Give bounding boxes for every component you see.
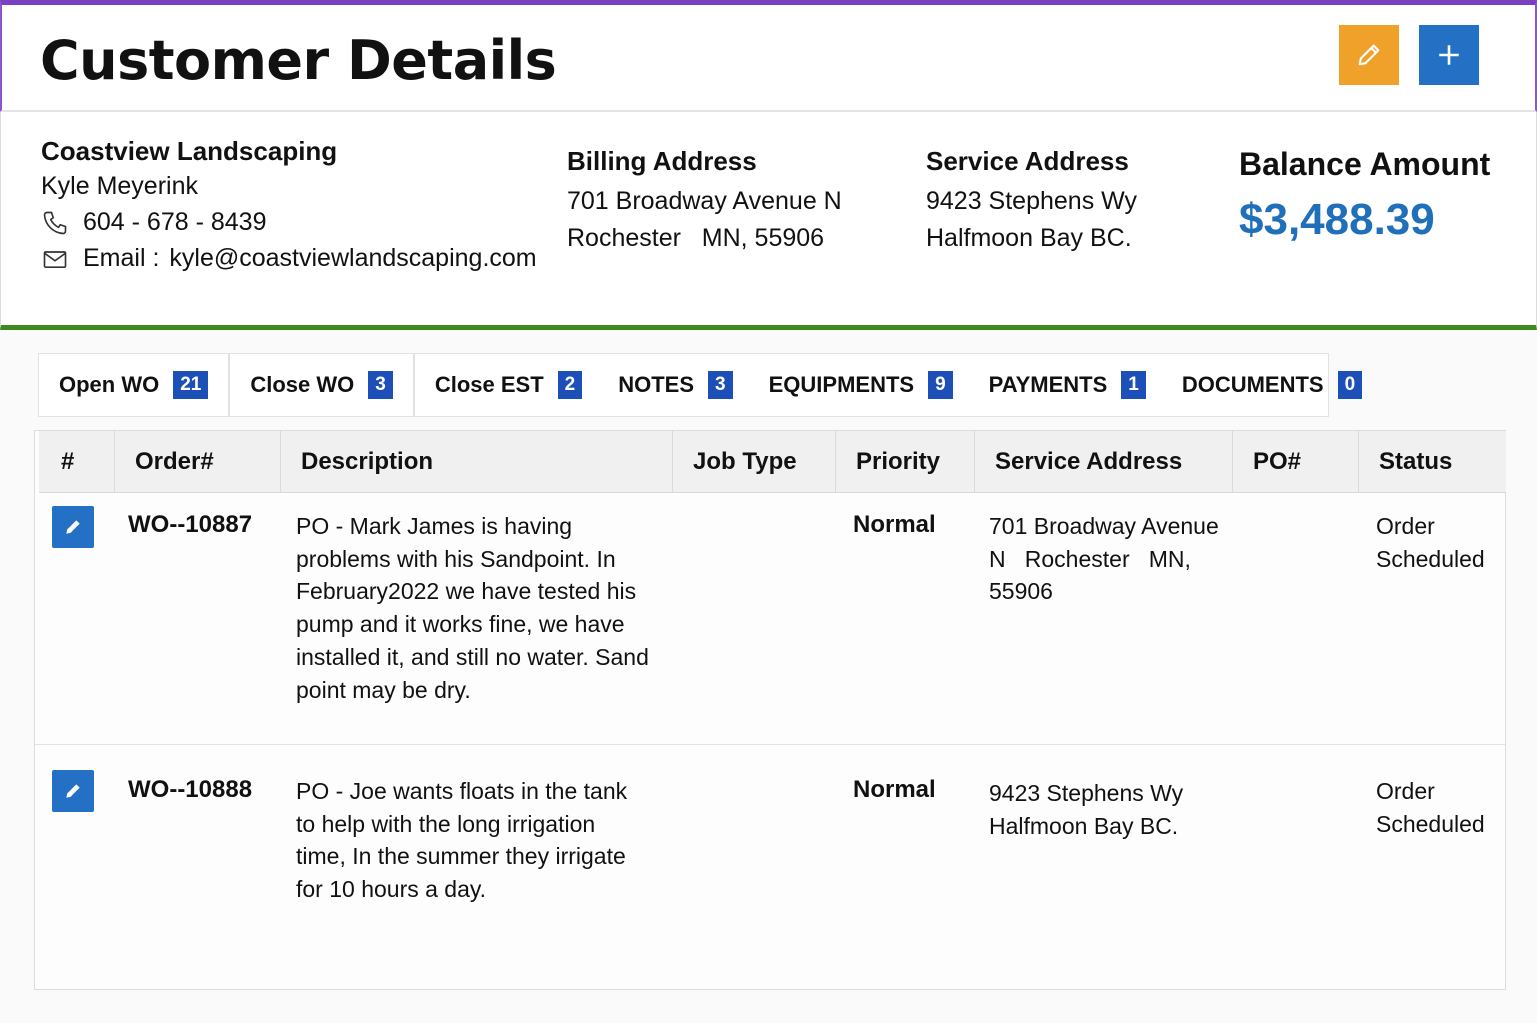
status-cell: Order Scheduled: [1376, 513, 1485, 572]
order-number[interactable]: WO--10887: [128, 509, 252, 542]
billing-address-label: Billing Address: [567, 146, 757, 176]
table-header: # Order# Description Job Type Priority S…: [39, 431, 1506, 493]
tab-label: Open WO: [59, 372, 160, 397]
tab-label: Close WO: [250, 372, 355, 397]
billing-line1: 701 Broadway Avenue N: [567, 187, 842, 215]
priority-cell: Normal: [853, 511, 936, 538]
col-header-order[interactable]: Order#: [115, 431, 281, 493]
count-badge: 3: [708, 371, 733, 399]
col-header-description[interactable]: Description: [281, 431, 673, 493]
pencil-icon: [1358, 44, 1380, 66]
description-cell: PO - Joe wants floats in the tank to hel…: [296, 778, 628, 903]
count-badge: 2: [557, 371, 583, 399]
add-button[interactable]: [1419, 25, 1479, 85]
phone-number[interactable]: 604 - 678 - 8439: [83, 208, 266, 237]
tab-label: Close EST: [434, 372, 544, 397]
tab-equipments[interactable]: EQUIPMENTS 9: [752, 353, 973, 417]
row-edit-button[interactable]: [52, 506, 94, 548]
email-label: Email :: [83, 244, 160, 272]
description-cell: PO - Mark James is having problems with …: [296, 513, 649, 703]
billing-address: Billing Address 701 Broadway Avenue N Ro…: [567, 146, 842, 253]
status-cell: Order Scheduled: [1376, 778, 1485, 837]
balance-block: Balance Amount $3,488.39: [1239, 146, 1490, 245]
tab-label: NOTES: [618, 372, 695, 397]
pencil-icon: [66, 520, 80, 534]
tab-open-wo[interactable]: Open WO 21: [38, 353, 230, 417]
page-header: Customer Details: [0, 0, 1537, 112]
count-badge: 9: [928, 371, 953, 399]
contact-name: Kyle Meyerink: [41, 172, 198, 200]
count-badge: 3: [368, 371, 393, 399]
tab-close-est[interactable]: Close EST 2: [413, 353, 603, 417]
tab-label: EQUIPMENTS: [768, 372, 915, 397]
work-orders-table: # Order# Description Job Type Priority S…: [34, 430, 1506, 990]
table-row[interactable]: WO--10887 PO - Mark James is having prob…: [35, 495, 1505, 745]
col-header-status[interactable]: Status: [1359, 431, 1506, 493]
col-header-number: #: [39, 431, 115, 493]
balance-label: Balance Amount: [1239, 146, 1491, 182]
count-badge: 0: [1337, 371, 1363, 399]
service-address-label: Service Address: [926, 146, 1129, 176]
mail-icon: [43, 250, 67, 268]
service-line2: Halfmoon Bay BC.: [926, 224, 1132, 252]
col-header-job-type[interactable]: Job Type: [673, 431, 836, 493]
tab-bar: Open WO 21 Close WO 3 Close EST 2 NOTES …: [38, 353, 1363, 417]
col-header-po[interactable]: PO#: [1233, 431, 1359, 493]
count-badge: 21: [173, 371, 209, 399]
tab-notes[interactable]: NOTES 3: [602, 353, 753, 417]
phone-row: 604 - 678 - 8439: [41, 208, 266, 237]
table-row[interactable]: WO--10888 PO - Joe wants floats in the t…: [35, 746, 1505, 990]
service-line1: 9423 Stephens Wy: [926, 187, 1138, 215]
col-header-priority[interactable]: Priority: [836, 431, 975, 493]
tab-label: PAYMENTS: [988, 372, 1108, 397]
customer-info-panel: Coastview Landscaping Kyle Meyerink 604 …: [0, 112, 1537, 330]
service-address-cell: 701 Broadway Avenue N Rochester MN, 5590…: [989, 513, 1226, 605]
service-address-cell: 9423 Stephens Wy Halfmoon Bay BC.: [989, 780, 1184, 839]
edit-customer-button[interactable]: [1339, 25, 1399, 85]
page-title: Customer Details: [40, 29, 557, 92]
plus-icon: [1439, 45, 1459, 65]
balance-amount: $3,488.39: [1239, 195, 1435, 244]
email-link[interactable]: kyle@coastviewlandscaping.com: [169, 244, 536, 273]
tab-payments[interactable]: PAYMENTS 1: [972, 353, 1166, 417]
email-row: Email : kyle@coastviewlandscaping.com: [41, 244, 537, 273]
count-badge: 1: [1121, 371, 1146, 399]
tab-documents[interactable]: DOCUMENTS 0: [1165, 353, 1363, 417]
company-name: Coastview Landscaping: [41, 136, 338, 166]
row-edit-button[interactable]: [52, 770, 94, 812]
phone-icon: [43, 211, 67, 234]
priority-cell: Normal: [853, 776, 936, 803]
col-header-service-address[interactable]: Service Address: [975, 431, 1233, 493]
pencil-icon: [66, 784, 80, 798]
order-number[interactable]: WO--10888: [128, 774, 252, 807]
tab-close-wo[interactable]: Close WO 3: [229, 353, 414, 417]
service-address: Service Address 9423 Stephens Wy Halfmoo…: [926, 146, 1137, 253]
billing-line2: Rochester MN, 55906: [567, 224, 825, 252]
tab-label: DOCUMENTS: [1181, 372, 1324, 397]
customer-details-page: Customer Details Coastview Landscaping K…: [0, 0, 1537, 1023]
